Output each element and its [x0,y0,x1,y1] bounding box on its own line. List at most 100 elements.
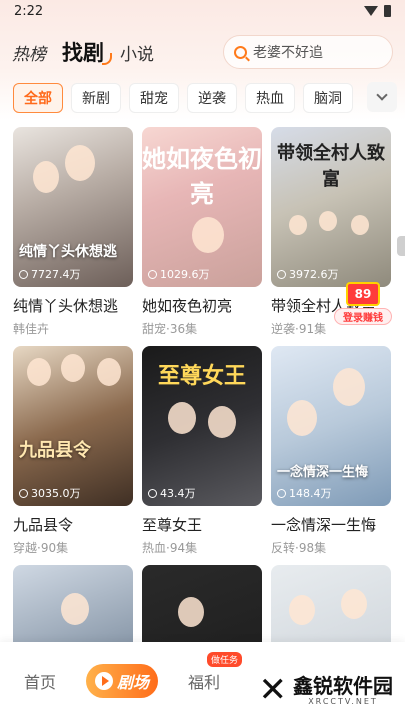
nav-theater[interactable]: 剧场 [86,664,159,698]
chip-sweet[interactable]: 甜宠 [129,83,179,113]
drama-meta: 反转·98集 [271,541,327,555]
drama-poster: 一念情深一生悔 148.4万 [271,346,391,506]
play-count-value: 3972.6万 [289,268,339,281]
play-count-icon [148,269,157,279]
play-count-icon [277,488,286,498]
drama-card[interactable]: 纯情丫头休想逃 7727.4万 纯情丫头休想逃 韩佳卉 [13,127,133,338]
drama-card[interactable]: 一念情深一生悔 148.4万 一念情深一生悔 反转·98集 [271,346,391,557]
drama-grid: 纯情丫头休想逃 7727.4万 纯情丫头休想逃 韩佳卉 她如夜色初亮 1029.… [13,127,393,720]
poster-figure [351,215,369,235]
poster-figure [208,406,236,438]
play-count-value: 148.4万 [289,487,332,500]
play-count: 43.4万 [148,485,196,501]
poster-figure [27,358,51,386]
poster-title: 一念情深一生悔 [277,465,369,480]
poster-figure [333,368,365,406]
watermark-url: XRCCTV.NET [308,696,378,706]
play-count-value: 1029.6万 [160,268,210,281]
search-bar[interactable]: 老婆不好追 [223,35,393,69]
tab-hot[interactable]: 热榜 [12,40,46,65]
login-reward-badge[interactable]: 89 登录赚钱 [334,282,392,326]
expand-genres-button[interactable] [367,82,397,112]
drama-meta: 穿越·90集 [13,541,69,555]
reward-value: 89 [346,282,380,306]
play-icon [95,672,113,690]
chip-brain-hole[interactable]: 脑洞 [303,83,353,113]
chip-hot-blood[interactable]: 热血 [245,83,295,113]
drama-poster: 至尊女王 43.4万 [142,346,262,506]
watermark-brand: 鑫锐软件园 [293,673,393,698]
top-tabs: 热榜 找剧 小说 老婆不好追 [0,30,405,74]
drama-card[interactable]: 至尊女王 43.4万 至尊女王 热血·94集 [142,346,262,557]
drama-meta: 甜宠·36集 [142,322,198,336]
poster-figure [319,211,337,231]
drama-title: 至尊女王 [142,516,203,534]
play-count-value: 3035.0万 [31,487,81,500]
bottom-nav: 首页 剧场 福利 做任务 ✕ 鑫锐软件园 XRCCTV.NET [0,642,405,720]
drama-poster: 她如夜色初亮 1029.6万 [142,127,262,287]
tab-find-drama[interactable]: 找剧 [62,37,112,67]
status-bar: 2:22 [0,0,405,22]
chevron-down-icon [376,89,388,101]
side-handle[interactable] [397,236,405,256]
poster-figure [33,161,59,193]
drama-poster: 带领全村人致富 3972.6万 [271,127,391,287]
poster-figure [289,595,315,625]
play-count: 1029.6万 [148,266,210,282]
drama-title: 九品县令 [13,516,74,534]
poster-figure [61,354,85,382]
poster-title: 至尊女王 [157,364,246,389]
drama-meta: 热血·94集 [142,541,198,555]
poster-figure [178,597,204,627]
poster-figure [192,217,224,253]
drama-card[interactable]: 九品县令 3035.0万 九品县令 穿越·90集 [13,346,133,557]
play-count-icon [19,269,28,279]
drama-card[interactable]: 她如夜色初亮 1029.6万 她如夜色初亮 甜宠·36集 [142,127,262,338]
poster-title: 她如夜色初亮 [142,145,262,208]
poster-title: 带领全村人致富 [277,143,385,190]
drama-title: 一念情深一生悔 [271,516,377,534]
poster-figure [61,593,89,625]
nav-home[interactable]: 首页 [24,669,56,693]
poster-figure [341,589,367,619]
search-placeholder: 老婆不好追 [253,45,323,61]
watermark-text: 鑫锐软件园 XRCCTV.NET [293,675,393,706]
chip-comeback[interactable]: 逆袭 [187,83,237,113]
tab-novel[interactable]: 小说 [120,40,154,65]
play-count: 7727.4万 [19,266,81,282]
poster-title: 纯情丫头休想逃 [19,244,117,260]
play-count: 3035.0万 [19,485,81,501]
poster-title: 九品县令 [19,440,91,461]
genre-filter: 全部 新剧 甜宠 逆袭 热血 脑洞 [0,82,405,114]
poster-figure [168,402,196,434]
poster-figure [287,400,317,436]
status-time: 2:22 [14,3,44,19]
drama-title: 纯情丫头休想逃 [13,297,119,315]
drama-poster: 九品县令 3035.0万 [13,346,133,506]
play-count-value: 7727.4万 [31,268,81,281]
play-count-icon [148,488,157,498]
play-count: 148.4万 [277,485,332,501]
status-icons [364,5,391,17]
nav-welfare[interactable]: 福利 [188,669,220,693]
poster-figure [289,215,307,235]
search-icon [234,45,247,59]
poster-figure [97,358,121,386]
reward-label: 登录赚钱 [334,308,392,325]
chip-all[interactable]: 全部 [13,83,63,113]
site-watermark: ✕ 鑫锐软件园 XRCCTV.NET [259,670,394,710]
drama-poster: 纯情丫头休想逃 7727.4万 [13,127,133,287]
play-count: 3972.6万 [277,266,339,282]
play-count-icon [277,269,286,279]
drama-meta: 韩佳卉 [13,322,50,336]
task-badge: 做任务 [207,652,243,667]
play-count-icon [19,488,28,498]
watermark-logo-icon: ✕ [258,670,288,710]
drama-title: 她如夜色初亮 [142,297,233,315]
chip-new[interactable]: 新剧 [71,83,121,113]
play-count-value: 43.4万 [160,487,196,500]
poster-figure [65,145,95,181]
battery-icon [384,5,391,17]
nav-theater-label: 剧场 [117,673,150,692]
wifi-icon [364,6,378,16]
